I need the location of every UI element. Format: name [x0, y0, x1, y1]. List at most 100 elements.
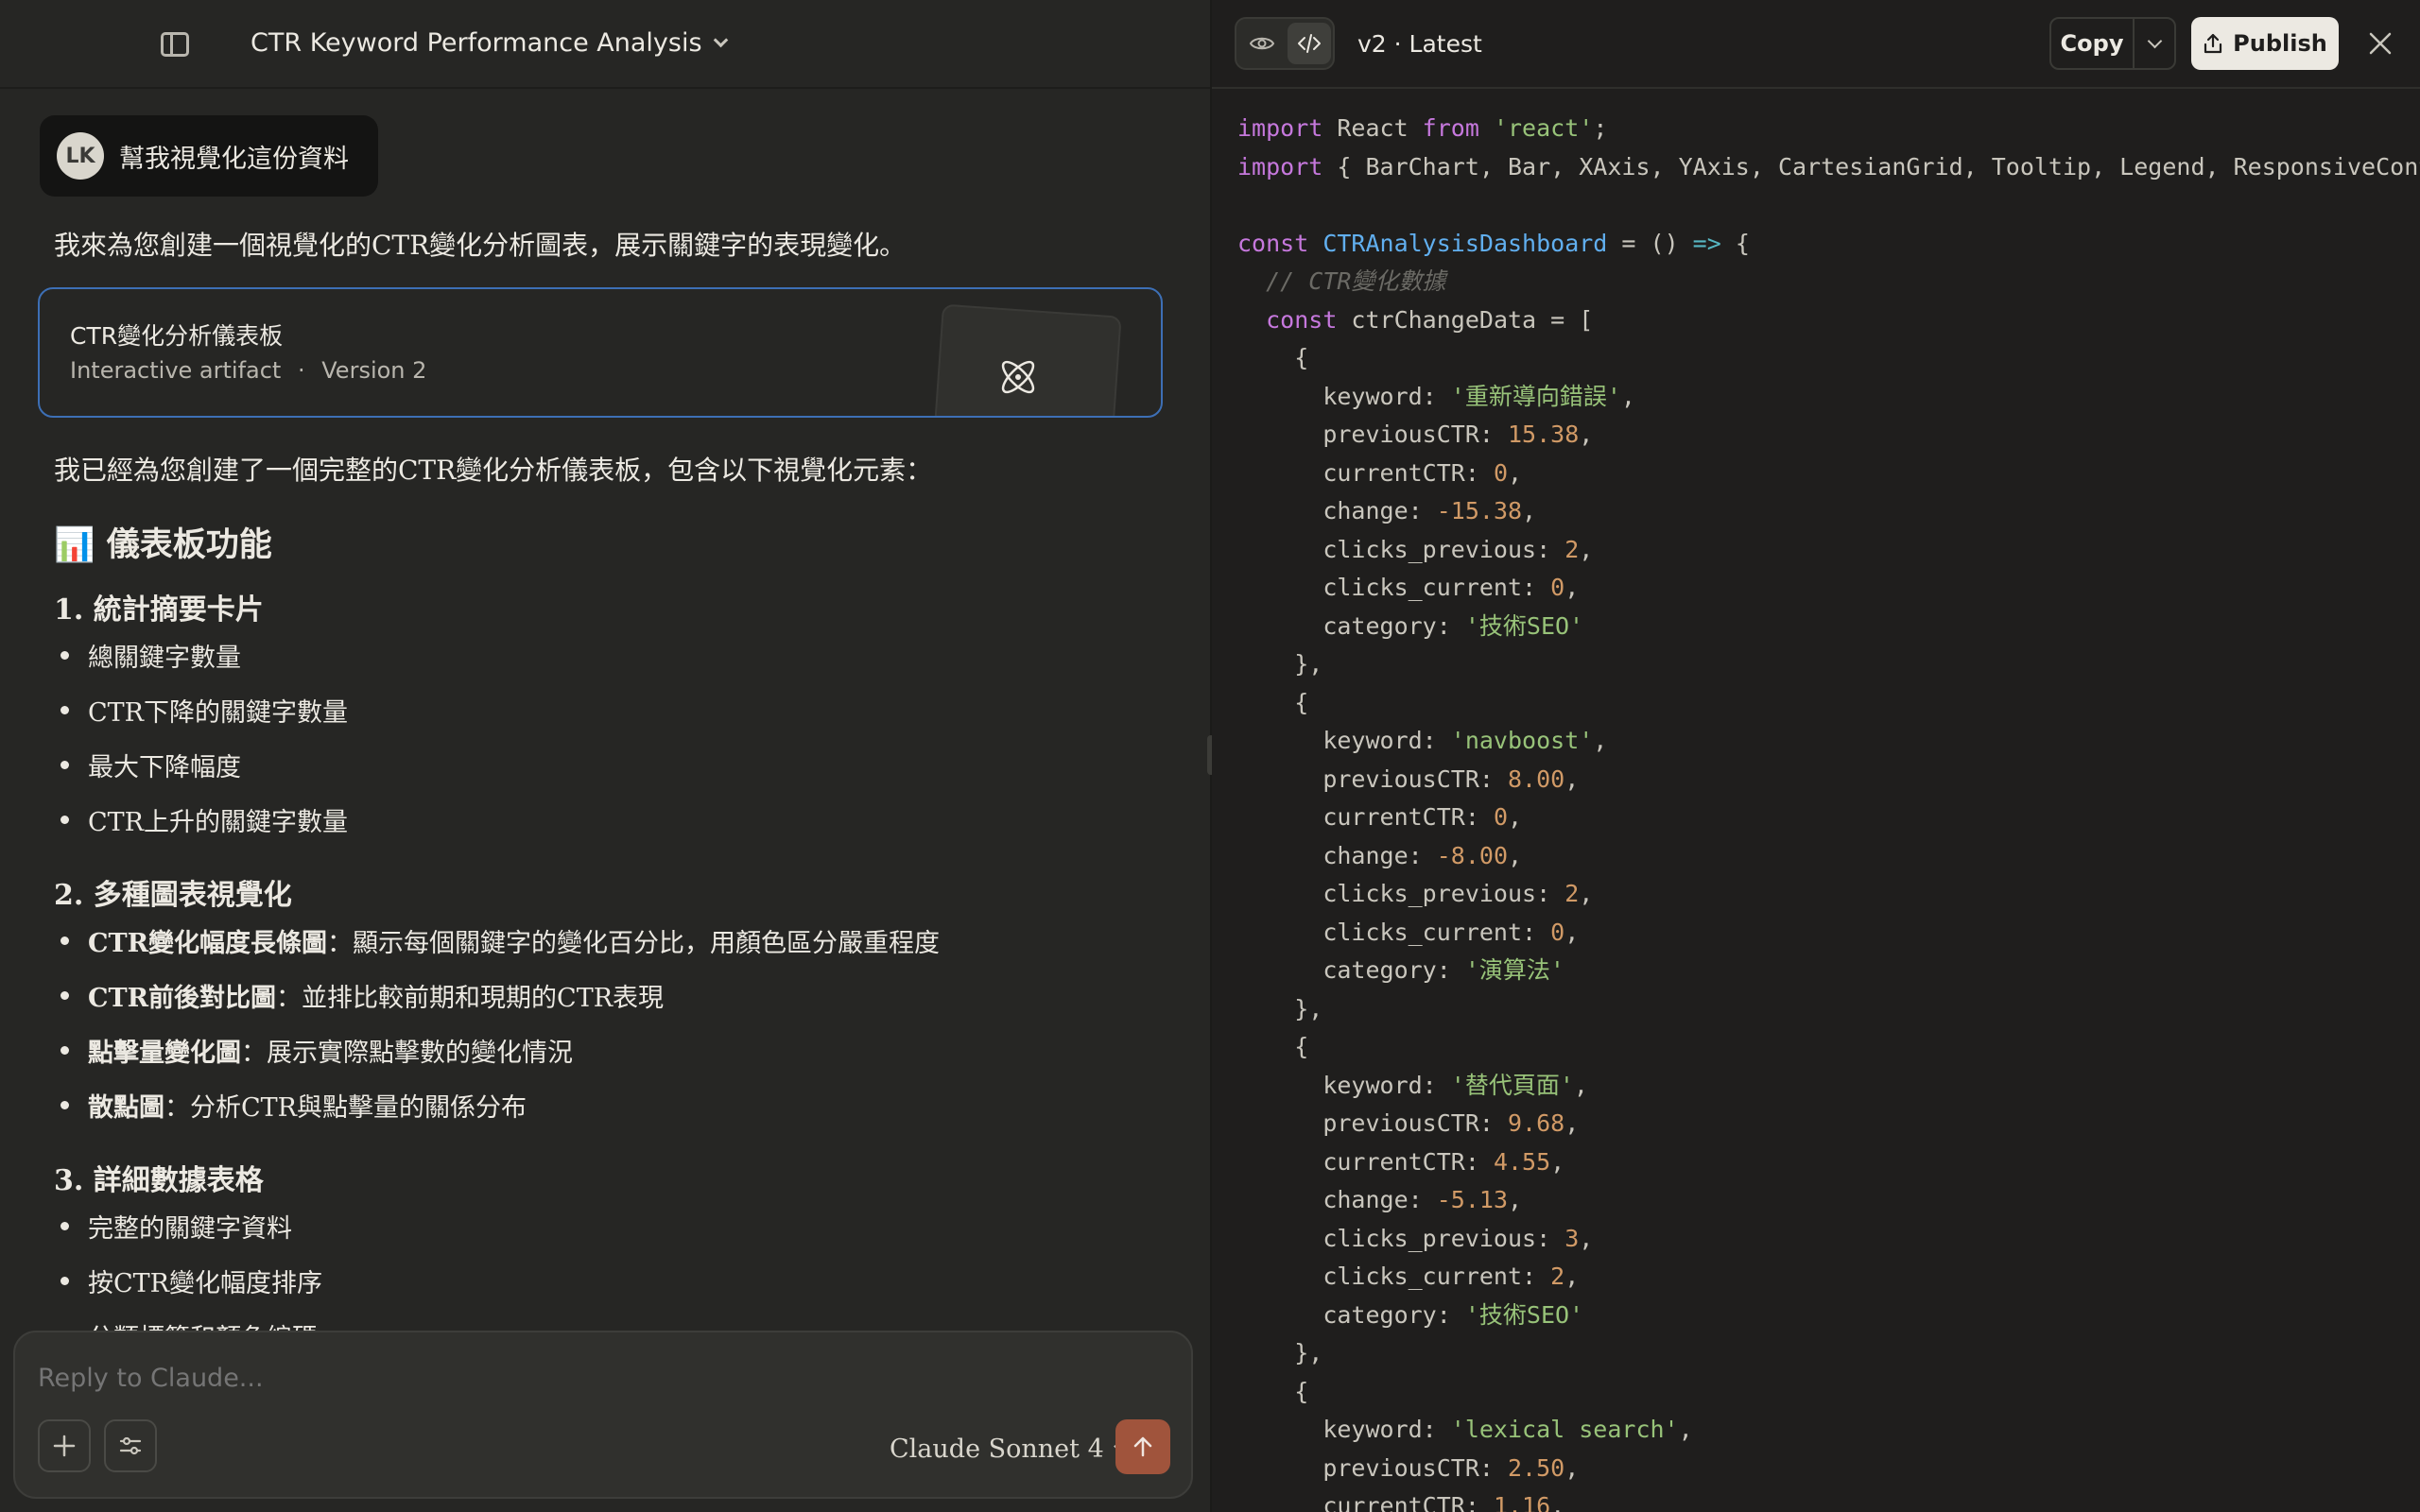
artifact-toolbar: v2 · Latest Copy Publish — [1212, 0, 2420, 89]
artifact-meta: Interactive artifact · Version 2 — [70, 357, 426, 384]
artifact-panel: v2 · Latest Copy Publish import React fr… — [1212, 0, 2420, 1512]
code-line: previousCTR: 9.68, — [1322, 1109, 1580, 1137]
list-item-bold: CTR變化幅度長條圖 — [88, 929, 328, 958]
list-item-text: ：顯示每個關鍵字的變化百分比，用顏色區分嚴重程度 — [327, 929, 941, 958]
code-line: change: -5.13, — [1322, 1186, 1523, 1213]
copy-button[interactable]: Copy — [2051, 19, 2135, 68]
list-item: CTR前後對比圖 ：並排比較前期和現期的CTR表現 — [60, 977, 664, 1014]
code-line: }, — [1237, 1339, 1323, 1366]
list-item-bold: CTR前後對比圖 — [88, 984, 277, 1013]
list-item: 完整的關鍵字資料 — [60, 1208, 292, 1245]
code-line: { — [1237, 688, 1309, 716]
code-line: category: '技術SEO' — [1322, 611, 1584, 640]
chat-title: CTR Keyword Performance Analysis — [251, 28, 702, 58]
code-line: // CTR變化數據 — [1266, 267, 1446, 295]
view-toggle — [1235, 17, 1335, 70]
code-line: clicks_current: 0, — [1322, 574, 1580, 601]
code-view[interactable]: import React from 'react'; import { BarCh… — [1237, 110, 2420, 1512]
code-line: change: -8.00, — [1322, 841, 1523, 869]
assistant-intro: 我來為您創建一個視覺化的CTR變化分析圖表，展示關鍵字的表現變化。 — [54, 230, 907, 261]
code-line: category: '演算法' — [1322, 956, 1564, 984]
dashboard-heading: 📊 儀表板功能 — [54, 525, 272, 564]
section-heading: 2. 多種圖表視覺化 — [54, 879, 292, 912]
code-line: currentCTR: 4.55, — [1322, 1147, 1565, 1176]
section-heading: 1. 統計摘要卡片 — [54, 593, 264, 627]
send-button[interactable] — [1115, 1419, 1170, 1474]
share-icon — [2204, 33, 2222, 54]
list-item-bold: 散點圖 — [88, 1093, 164, 1123]
code-line: currentCTR: 0, — [1322, 803, 1523, 831]
code-line: keyword: '重新導向錯誤', — [1322, 382, 1635, 410]
tools-button[interactable] — [104, 1419, 157, 1472]
chat-title-button[interactable]: CTR Keyword Performance Analysis — [251, 28, 728, 58]
plus-icon — [53, 1435, 76, 1457]
preview-tab[interactable] — [1240, 23, 1284, 64]
code-line: previousCTR: 15.38, — [1322, 421, 1594, 448]
chevron-down-icon — [2147, 33, 2162, 48]
sliders-icon — [119, 1436, 142, 1455]
eye-icon — [1249, 37, 1275, 50]
model-selector[interactable]: Claude Sonnet 4 — [890, 1435, 1126, 1464]
section-heading: 3. 詳細數據表格 — [54, 1164, 264, 1197]
atom-icon — [1001, 360, 1035, 394]
code-line: }, — [1237, 994, 1323, 1022]
code-line: clicks_previous: 2, — [1322, 535, 1594, 563]
artifact-type: Interactive artifact — [70, 357, 282, 384]
avatar: LK — [57, 132, 104, 180]
code-line: import { BarChart, Bar, XAxis, YAxis, Ca… — [1237, 152, 2420, 180]
artifact-title: CTR變化分析儀表板 — [70, 322, 284, 350]
user-message: LK 幫我視覺化這份資料 — [40, 115, 378, 197]
list-item: CTR下降的關鍵字數量 — [60, 692, 348, 729]
code-line: clicks_current: 0, — [1322, 918, 1580, 946]
code-line: keyword: '替代頁面', — [1322, 1071, 1588, 1099]
chevron-down-icon — [713, 32, 728, 48]
list-item: 點擊量變化圖 ：展示實際點擊數的變化情況 — [60, 1032, 573, 1069]
arrow-up-icon — [1133, 1436, 1152, 1457]
chat-header: CTR Keyword Performance Analysis — [0, 0, 1210, 89]
copy-group: Copy — [2049, 17, 2176, 70]
list-item: CTR變化幅度長條圖 ：顯示每個關鍵字的變化百分比，用顏色區分嚴重程度 — [60, 922, 940, 959]
code-line: { — [1237, 1033, 1309, 1060]
code-line: change: -15.38, — [1322, 497, 1537, 524]
code-line: keyword: 'lexical search', — [1322, 1416, 1693, 1443]
code-line: keyword: 'navboost', — [1322, 727, 1608, 754]
sidebar-toggle-icon[interactable] — [161, 32, 189, 57]
list-item-bold: 點擊量變化圖 — [88, 1039, 241, 1068]
reply-input[interactable] — [38, 1361, 1153, 1395]
list-item: 總關鍵字數量 — [60, 637, 241, 674]
code-line: previousCTR: 8.00, — [1322, 765, 1580, 793]
list-item: 最大下降幅度 — [60, 747, 241, 783]
code-tab[interactable] — [1288, 23, 1331, 64]
code-line: { — [1237, 1377, 1309, 1405]
list-item-text: ：展示實際點擊數的變化情況 — [241, 1039, 573, 1068]
code-line: }, — [1237, 650, 1323, 678]
list-item-text: ：並排比較前期和現期的CTR表現 — [276, 984, 665, 1013]
list-item: CTR上升的關鍵字數量 — [60, 801, 348, 838]
publish-label: Publish — [2233, 30, 2327, 57]
code-line: clicks_previous: 3, — [1322, 1224, 1594, 1252]
model-name: Claude Sonnet 4 — [890, 1435, 1104, 1464]
code-line: clicks_current: 2, — [1322, 1263, 1580, 1290]
assistant-summary: 我已經為您創建了一個完整的CTR變化分析儀表板，包含以下視覺化元素： — [54, 455, 933, 486]
add-attachment-button[interactable] — [38, 1419, 91, 1472]
code-icon — [1298, 34, 1321, 53]
code-line: currentCTR: 1.16, — [1322, 1492, 1565, 1512]
artifact-version: Version 2 — [321, 357, 427, 384]
artifact-card[interactable]: CTR變化分析儀表板 Interactive artifact · Versio… — [38, 287, 1163, 418]
publish-button[interactable]: Publish — [2191, 17, 2339, 70]
code-line: const CTRAnalysisDashboard = () => { — [1237, 229, 1750, 257]
list-item-text: ：分析CTR與點擊量的關係分布 — [164, 1093, 527, 1123]
code-line: clicks_previous: 2, — [1322, 880, 1594, 907]
user-message-text: 幫我視覺化這份資料 — [119, 144, 349, 174]
close-icon[interactable] — [2365, 28, 2395, 59]
code-line: category: '技術SEO' — [1322, 1300, 1584, 1329]
message-list: LK 幫我視覺化這份資料 我來為您創建一個視覺化的CTR變化分析圖表，展示關鍵字… — [0, 91, 1210, 1332]
list-item: 按CTR變化幅度排序 — [60, 1263, 322, 1299]
chat-pane: CTR Keyword Performance Analysis LK 幫我視覺… — [0, 0, 1210, 1512]
code-line: previousCTR: 2.50, — [1322, 1453, 1580, 1482]
copy-options-button[interactable] — [2135, 19, 2174, 68]
list-item: 散點圖 ：分析CTR與點擊量的關係分布 — [60, 1087, 527, 1124]
version-label[interactable]: v2 · Latest — [1357, 30, 1482, 58]
composer: Claude Sonnet 4 — [13, 1331, 1193, 1499]
